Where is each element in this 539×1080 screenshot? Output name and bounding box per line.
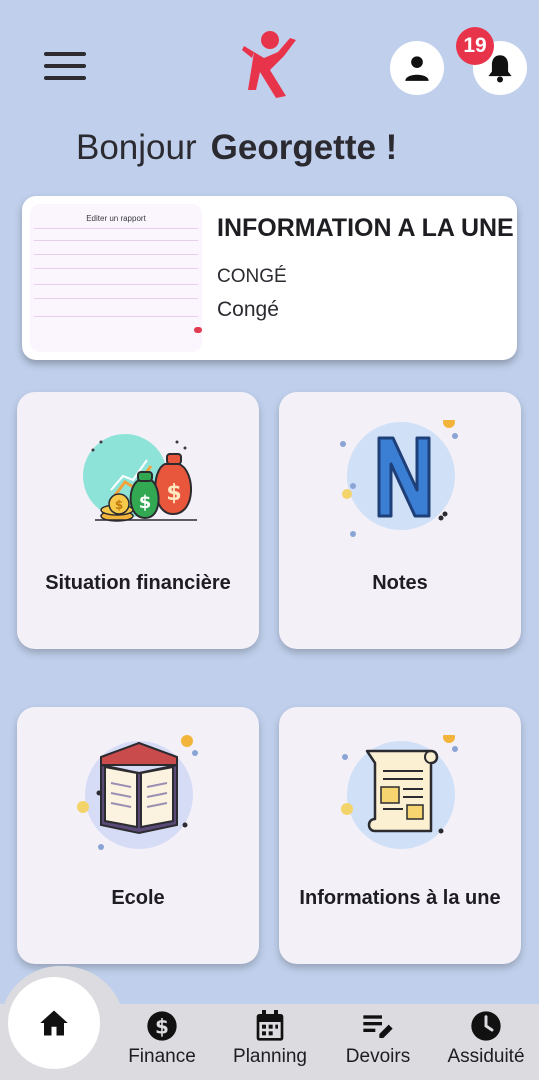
greeting-user-name: Georgette ! xyxy=(210,128,398,167)
calendar-icon xyxy=(256,1010,284,1041)
edit-list-icon xyxy=(363,1015,393,1038)
nav-assiduite[interactable]: Assiduité xyxy=(437,1010,535,1068)
svg-text:$: $ xyxy=(166,481,181,506)
nav-finance[interactable]: $ Finance xyxy=(122,1010,202,1068)
nav-label: Finance xyxy=(128,1046,196,1067)
open-book-icon xyxy=(77,735,198,850)
thumbnail-line xyxy=(34,316,198,317)
thumbnail-line xyxy=(34,228,198,229)
person-icon xyxy=(405,56,429,81)
menu-icon-bar xyxy=(44,76,86,80)
bell-icon xyxy=(488,55,512,83)
money-bags-icon: $ $ $ xyxy=(83,434,197,522)
dollar-icon: $ xyxy=(147,1011,177,1041)
nav-home-button[interactable] xyxy=(8,977,100,1069)
news-headline: INFORMATION A LA UNE xyxy=(217,214,514,242)
nav-label: Planning xyxy=(233,1046,307,1067)
nav-planning[interactable]: Planning xyxy=(225,1010,315,1068)
thumbnail-title: Editer un rapport xyxy=(86,214,146,223)
letter-n-icon xyxy=(340,420,458,537)
clock-icon xyxy=(471,1011,501,1041)
news-thumbnail: Editer un rapport xyxy=(30,204,202,352)
nav-label: Devoirs xyxy=(345,1046,411,1067)
nav-label: Assiduité xyxy=(447,1046,525,1067)
svg-text:$: $ xyxy=(155,1014,169,1038)
thumbnail-toggle xyxy=(194,327,202,333)
news-category: CONGÉ xyxy=(217,266,287,287)
thumbnail-line xyxy=(34,240,198,241)
featured-news-card[interactable]: Editer un rapport INFORMATION A LA UNE C… xyxy=(22,196,517,360)
newspaper-icon xyxy=(341,735,458,849)
tile-label: Notes xyxy=(372,572,428,594)
news-description: Congé xyxy=(217,298,279,321)
nav-devoirs[interactable]: Devoirs xyxy=(338,1010,418,1068)
tile-ecole[interactable]: Ecole xyxy=(17,707,259,964)
notification-count-badge: 19 xyxy=(456,27,494,65)
svg-text:$: $ xyxy=(115,498,123,512)
thumbnail-line xyxy=(34,268,198,269)
menu-icon-bar xyxy=(44,52,86,56)
greeting: Bonjour Georgette ! xyxy=(76,128,397,168)
tile-notes[interactable]: Notes xyxy=(279,392,521,649)
tile-label: Ecole xyxy=(111,887,165,909)
thumbnail-line xyxy=(34,298,198,299)
tile-label: Informations à la une xyxy=(299,887,501,909)
tile-informations-a-la-une[interactable]: Informations à la une xyxy=(279,707,521,964)
tile-situation-financiere[interactable]: $ $ $ Situation financière xyxy=(17,392,259,649)
greeting-hello: Bonjour xyxy=(76,128,197,167)
menu-button[interactable] xyxy=(44,52,88,82)
running-figure-logo xyxy=(240,30,302,104)
menu-icon-bar xyxy=(44,64,86,68)
profile-button[interactable] xyxy=(390,41,444,95)
thumbnail-line xyxy=(34,284,198,285)
svg-text:$: $ xyxy=(139,492,152,513)
thumbnail-line xyxy=(34,254,198,255)
home-icon xyxy=(40,1010,68,1036)
tile-label: Situation financière xyxy=(45,572,231,594)
